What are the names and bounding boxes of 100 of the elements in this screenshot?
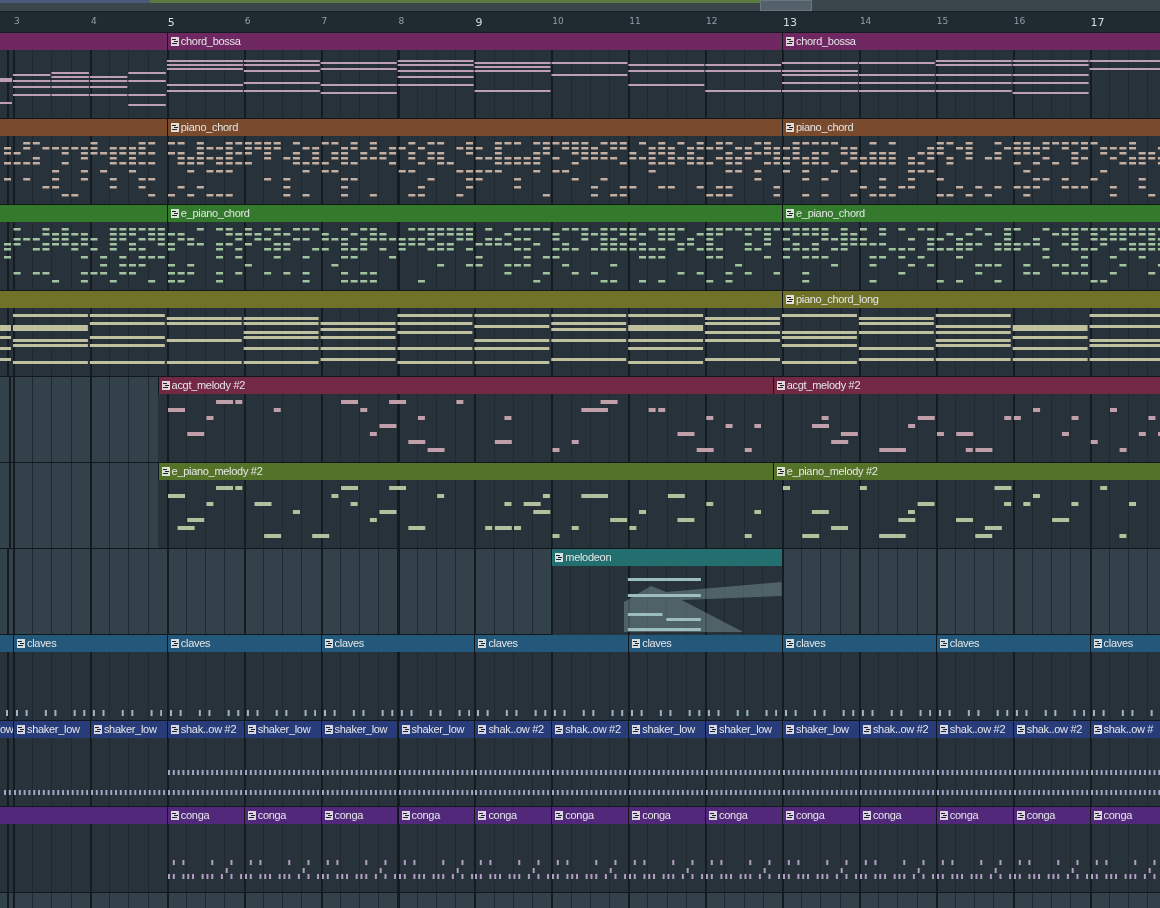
bar-number: 12 bbox=[706, 17, 718, 26]
pattern-icon bbox=[170, 639, 179, 648]
clip-header[interactable]: shak..ow #2 bbox=[1012, 721, 1090, 738]
clip-header[interactable]: conga bbox=[551, 807, 629, 824]
clip-label: chord_bossa bbox=[796, 36, 856, 47]
clip-header[interactable]: conga bbox=[1089, 807, 1160, 824]
clip-header[interactable]: claves bbox=[782, 635, 936, 652]
pattern-icon bbox=[170, 123, 179, 132]
clip-header[interactable]: shak..ow #2 bbox=[166, 721, 244, 738]
clip-header[interactable]: piano_chord_long bbox=[782, 291, 1160, 308]
clip-label: shak..ow #2 bbox=[565, 724, 621, 735]
clip-label: conga bbox=[257, 810, 287, 821]
scrollbar-thumb[interactable] bbox=[760, 0, 812, 11]
clip-header[interactable]: chord_bossa bbox=[166, 33, 782, 50]
clip-label: piano_chord bbox=[796, 122, 854, 133]
clip-header[interactable]: chord_bossa bbox=[782, 33, 1160, 50]
clip-label: shaker_low bbox=[27, 724, 80, 735]
clip-header[interactable]: melodeon bbox=[551, 549, 782, 566]
clip-header[interactable]: piano_chord bbox=[166, 119, 782, 136]
clip-header[interactable]: conga bbox=[166, 807, 244, 824]
clip-header[interactable]: claves bbox=[320, 635, 475, 652]
clip-label: conga bbox=[488, 810, 517, 821]
clip-header[interactable]: conga bbox=[243, 807, 321, 824]
clip-label: conga bbox=[949, 810, 979, 821]
clip-label: piano_chord_long bbox=[796, 294, 879, 305]
clip-label: conga bbox=[1103, 810, 1133, 821]
pattern-icon bbox=[786, 639, 794, 648]
bar-number: 11 bbox=[629, 17, 641, 26]
clip-header[interactable]: conga bbox=[782, 807, 859, 824]
pattern-icon bbox=[170, 725, 179, 734]
clip-header[interactable]: shaker_low bbox=[89, 721, 167, 738]
clip-header[interactable]: e_piano_melody #2 bbox=[772, 463, 1160, 480]
clip-header[interactable]: e_piano_chord bbox=[782, 205, 1160, 222]
clip-label: piano_chord bbox=[180, 122, 239, 133]
clip-header[interactable]: conga bbox=[935, 807, 1013, 824]
pattern-icon bbox=[478, 639, 487, 648]
clip-label: shaker_low bbox=[796, 724, 849, 735]
clip-header[interactable]: conga bbox=[474, 807, 552, 824]
clip-header[interactable]: conga bbox=[705, 807, 782, 824]
clip-header[interactable]: shaker_low bbox=[243, 721, 321, 738]
clip-label: shaker_low bbox=[411, 724, 465, 735]
clip-header[interactable]: acgt_melody #2 bbox=[157, 377, 773, 394]
clip-header[interactable]: conga bbox=[628, 807, 706, 824]
clip-label: conga bbox=[411, 810, 440, 821]
pattern-icon bbox=[161, 381, 170, 390]
clip-header[interactable]: shaker_low bbox=[628, 721, 706, 738]
bar-number: 6 bbox=[244, 17, 251, 26]
clip-header[interactable]: shaker_low bbox=[13, 721, 90, 738]
clip-label: e_piano_melody #2 bbox=[171, 466, 263, 477]
bar-number: 4 bbox=[90, 17, 97, 26]
pattern-icon bbox=[401, 725, 410, 734]
clip-header[interactable] bbox=[0, 291, 782, 308]
clip-header[interactable]: shak..ow # bbox=[1089, 721, 1160, 738]
clip-header[interactable]: shaker_low bbox=[320, 721, 398, 738]
clip-header[interactable]: conga bbox=[858, 807, 936, 824]
clip-header[interactable]: claves bbox=[628, 635, 782, 652]
clip-label: conga bbox=[565, 810, 594, 821]
clip-label: shak..ow #2 bbox=[1026, 724, 1083, 735]
clip-header[interactable]: claves bbox=[474, 635, 629, 652]
clip-header[interactable]: conga bbox=[320, 807, 398, 824]
clip-label: shak..ow #2 bbox=[949, 724, 1006, 735]
clip-label: acgt_melody #2 bbox=[171, 380, 246, 391]
clip-label: chord_bossa bbox=[180, 36, 241, 47]
clip-label: claves bbox=[180, 638, 211, 649]
clip-header[interactable]: e_piano_melody #2 bbox=[157, 463, 773, 480]
pattern-icon bbox=[17, 725, 25, 734]
clip-label: shaker_low bbox=[334, 724, 388, 735]
pattern-icon bbox=[93, 725, 102, 734]
pattern-icon bbox=[17, 639, 25, 648]
clip-header[interactable]: shaker_low bbox=[705, 721, 782, 738]
clip-header[interactable]: piano_chord bbox=[782, 119, 1160, 136]
clip-header[interactable]: shaker_low bbox=[782, 721, 859, 738]
clip-header[interactable]: conga bbox=[397, 807, 475, 824]
pattern-icon bbox=[776, 467, 785, 476]
clip-label: shaker_low bbox=[719, 724, 772, 735]
pattern-icon bbox=[786, 37, 794, 46]
clip-label: claves bbox=[796, 638, 826, 649]
clip-header[interactable]: claves bbox=[1089, 635, 1160, 652]
clip-header[interactable] bbox=[0, 119, 167, 136]
bar-number: 14 bbox=[859, 17, 872, 26]
clip-header[interactable] bbox=[0, 205, 167, 222]
clip-header[interactable]: shak..ow #2 bbox=[935, 721, 1013, 738]
clip-label: conga bbox=[334, 810, 364, 821]
clip-header[interactable]: shak..ow #2 bbox=[551, 721, 629, 738]
clip-header[interactable] bbox=[0, 635, 13, 652]
clip-header[interactable]: claves bbox=[166, 635, 321, 652]
clip-header[interactable] bbox=[0, 33, 167, 50]
clip-header[interactable] bbox=[0, 807, 167, 824]
clip-header[interactable]: claves bbox=[935, 635, 1090, 652]
pattern-icon bbox=[161, 467, 170, 476]
clip-header[interactable]: shak..ow #2 bbox=[858, 721, 936, 738]
pattern-icon bbox=[786, 209, 794, 218]
clip-header[interactable]: shak..ow #2 bbox=[474, 721, 552, 738]
clip-header[interactable]: e_piano_chord bbox=[166, 205, 782, 222]
clip-header[interactable]: shaker_low bbox=[397, 721, 475, 738]
clip-header[interactable]: acgt_melody #2 bbox=[772, 377, 1160, 394]
clip-header[interactable]: claves bbox=[13, 635, 167, 652]
clip-header[interactable]: conga bbox=[1012, 807, 1090, 824]
clip-label: shak..ow #2 bbox=[872, 724, 929, 735]
clip-label: claves bbox=[334, 638, 364, 649]
